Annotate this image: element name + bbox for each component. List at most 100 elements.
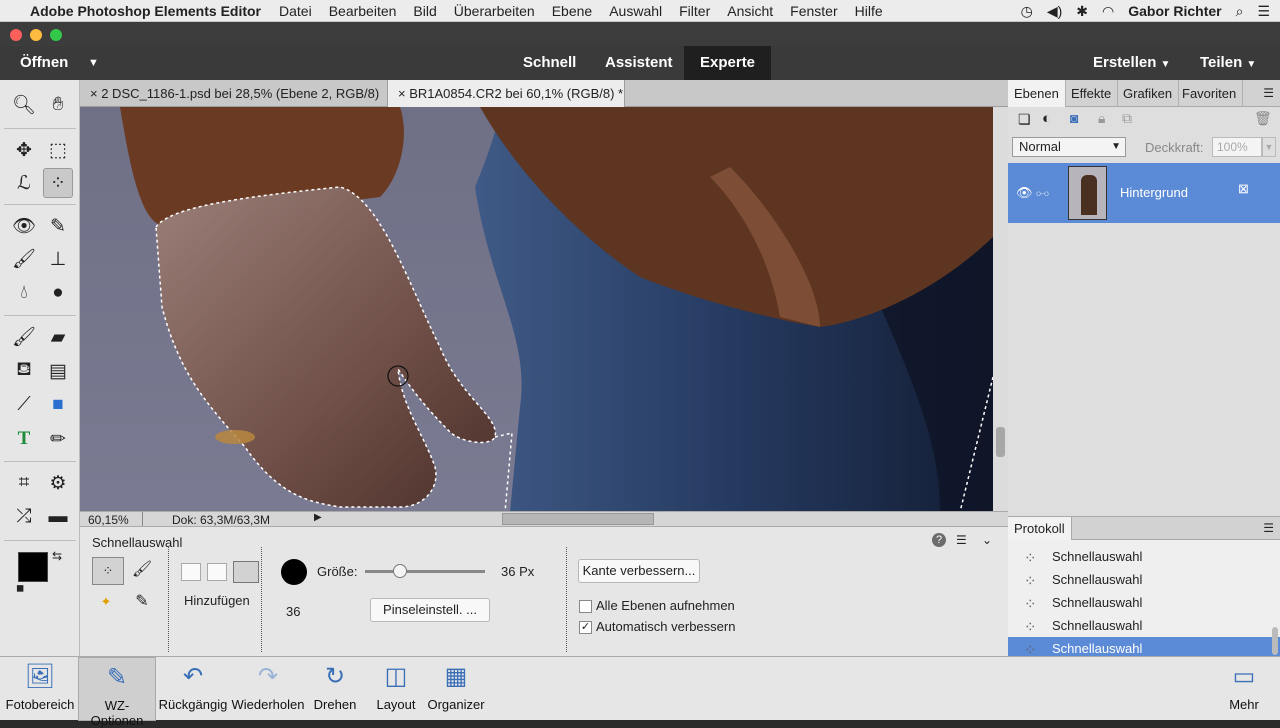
new-selection-icon[interactable] <box>181 563 201 581</box>
lasso-tool-icon[interactable]: ℒ <box>9 168 39 198</box>
close-tab-icon[interactable]: × <box>398 86 406 101</box>
history-item[interactable]: ⁘ Schnellauswahl <box>1008 591 1280 614</box>
tab-grafiken[interactable]: Grafiken <box>1117 80 1180 107</box>
layer-mask-icon[interactable]: ◙ <box>1070 110 1078 126</box>
sponge-tool-icon[interactable]: ● <box>43 278 73 308</box>
menu-bild[interactable]: Bild <box>413 3 436 19</box>
tool-options-button[interactable]: ✎ WZ-Optionen <box>78 657 156 728</box>
collapse-options-icon[interactable]: ⌄ <box>982 533 992 547</box>
create-button[interactable]: Erstellen ▼ <box>1093 46 1170 80</box>
open-dropdown-icon[interactable]: ▼ <box>88 46 99 80</box>
lock-layer-icon[interactable]: 🔒︎ <box>1098 110 1105 127</box>
zoom-tool-icon[interactable]: 🔍︎ <box>9 90 39 120</box>
swap-colors-icon[interactable]: ⇆ <box>52 549 62 563</box>
type-tool-icon[interactable]: T <box>9 424 39 454</box>
menu-ansicht[interactable]: Ansicht <box>727 3 773 19</box>
spotlight-icon[interactable]: ⌕ <box>1236 3 1244 20</box>
rotate-button[interactable]: ↻ Drehen <box>308 657 362 721</box>
open-button[interactable]: Öffnen <box>20 46 68 80</box>
rectangle-marquee-icon[interactable]: ⬚ <box>43 135 73 165</box>
add-selection-icon[interactable] <box>207 563 227 581</box>
move-tool-icon[interactable]: ✥ <box>9 135 39 165</box>
hand-tool-icon[interactable]: ✋︎ <box>43 90 73 120</box>
layer-name[interactable]: Hintergrund <box>1120 185 1188 200</box>
history-item[interactable]: ⁘ Schnellauswahl <box>1008 545 1280 568</box>
bluetooth-icon[interactable]: ✱ <box>1076 3 1088 20</box>
tab-ebenen[interactable]: Ebenen <box>1008 80 1066 107</box>
blur-tool-icon[interactable]: 💧︎ <box>9 278 39 308</box>
quick-selection-tool-icon[interactable]: ⁘ <box>43 168 73 198</box>
document-tab-2[interactable]: × BR1A0854.CR2 bei 60,1% (RGB/8) * <box>388 80 625 107</box>
magic-wand-icon[interactable]: ✦ <box>92 589 120 617</box>
default-colors-icon[interactable]: ◼ <box>16 583 24 594</box>
tab-protokoll[interactable]: Protokoll <box>1008 517 1072 540</box>
refine-edge-button[interactable]: Kante verbessern... <box>578 559 700 583</box>
more-button[interactable]: ▭ Mehr <box>1220 657 1268 721</box>
size-slider[interactable] <box>365 564 485 578</box>
menu-app-name[interactable]: Adobe Photoshop Elements Editor <box>30 3 261 19</box>
user-name[interactable]: Gabor Richter <box>1128 3 1221 19</box>
horizontal-scrollbar[interactable] <box>502 513 654 525</box>
zoom-level[interactable]: 60,15% <box>88 513 129 527</box>
time-machine-icon[interactable]: ◷ <box>1021 3 1033 20</box>
link-layer-icon[interactable]: ⧟ <box>1036 185 1049 201</box>
quick-selection-variant-icon[interactable]: ⁘ <box>92 557 124 585</box>
menu-bearbeiten[interactable]: Bearbeiten <box>329 3 397 19</box>
menu-hilfe[interactable]: Hilfe <box>855 3 883 19</box>
trash-icon[interactable]: 🗑︎ <box>1254 110 1272 127</box>
red-eye-tool-icon[interactable]: 👁︎ <box>9 211 39 241</box>
sample-all-layers-checkbox[interactable] <box>579 600 592 613</box>
vertical-scrollbar[interactable] <box>993 107 1008 512</box>
new-layer-icon[interactable]: ❏ <box>1018 111 1031 128</box>
document-tab-1[interactable]: × 2 DSC_1186-1.psd bei 28,5% (Ebene 2, R… <box>80 80 388 128</box>
volume-icon[interactable]: ◀) <box>1047 3 1062 20</box>
eyedropper-icon[interactable]: ⟋ <box>9 390 39 420</box>
size-value[interactable]: 36 Px <box>501 564 534 579</box>
panel-menu-icon[interactable]: ☰ <box>1263 86 1274 100</box>
image-canvas[interactable] <box>80 107 993 512</box>
close-tab-icon[interactable]: × <box>90 86 98 101</box>
spot-healing-icon[interactable]: ✎ <box>43 211 73 241</box>
lock-all-icon[interactable]: ⧉ <box>1122 110 1132 127</box>
pencil-tool-icon[interactable]: ✏︎ <box>43 424 73 454</box>
panel-menu-icon[interactable]: ☰ <box>1263 521 1274 535</box>
clone-stamp-icon[interactable]: ⊥ <box>43 244 73 274</box>
layer-row[interactable]: 👁︎ ⧟ Hintergrund ⊠ <box>1008 163 1280 223</box>
wifi-icon[interactable]: ◠ <box>1102 3 1114 20</box>
menu-ueberarbeiten[interactable]: Überarbeiten <box>454 3 535 19</box>
tab-favoriten[interactable]: Favoriten <box>1176 80 1244 107</box>
undo-button[interactable]: ↶ Rückgängig <box>158 657 228 721</box>
blend-mode-select[interactable]: Normal ▼ <box>1012 137 1126 157</box>
paint-bucket-icon[interactable]: ⛾ <box>9 356 39 386</box>
history-scrollbar[interactable] <box>1272 627 1278 655</box>
selection-brush-icon[interactable]: 🖌︎ <box>128 557 156 585</box>
redo-button[interactable]: ↷ Wiederholen <box>230 657 306 721</box>
menu-filter[interactable]: Filter <box>679 3 710 19</box>
menu-datei[interactable]: Datei <box>279 3 312 19</box>
menu-fenster[interactable]: Fenster <box>790 3 837 19</box>
foreground-color-swatch[interactable] <box>18 552 48 582</box>
history-item[interactable]: ⁘ Schnellauswahl <box>1008 637 1280 659</box>
scrollbar-thumb[interactable] <box>996 427 1005 457</box>
mode-schnell[interactable]: Schnell <box>523 46 576 80</box>
size-slider-knob[interactable] <box>392 564 407 578</box>
opacity-dropdown-icon[interactable]: ▼ <box>1262 137 1276 157</box>
menu-ebene[interactable]: Ebene <box>552 3 592 19</box>
shape-tool-icon[interactable]: ■ <box>43 390 73 420</box>
history-item[interactable]: ⁘ Schnellauswahl <box>1008 568 1280 591</box>
opacity-input[interactable]: 100% <box>1212 137 1262 157</box>
organizer-button[interactable]: ▦ Organizer <box>426 657 486 721</box>
gradient-tool-icon[interactable]: ▤ <box>43 356 73 386</box>
straighten-tool-icon[interactable]: ▬ <box>43 502 73 532</box>
recompose-tool-icon[interactable]: ⚙︎ <box>43 468 73 498</box>
share-button[interactable]: Teilen ▼ <box>1200 46 1256 80</box>
crop-tool-icon[interactable]: ⌗ <box>9 468 39 498</box>
brush-tool-icon[interactable]: 🖌︎ <box>9 322 39 352</box>
close-window-icon[interactable] <box>10 29 22 41</box>
minimize-window-icon[interactable] <box>30 29 42 41</box>
photo-bin-button[interactable]: 🖼︎ Fotobereich <box>4 657 76 721</box>
menu-auswahl[interactable]: Auswahl <box>609 3 662 19</box>
notification-icon[interactable]: ☰ <box>1257 3 1270 20</box>
layout-button[interactable]: ◫ Layout <box>370 657 422 721</box>
auto-selection-icon[interactable]: ✎ <box>128 589 156 617</box>
